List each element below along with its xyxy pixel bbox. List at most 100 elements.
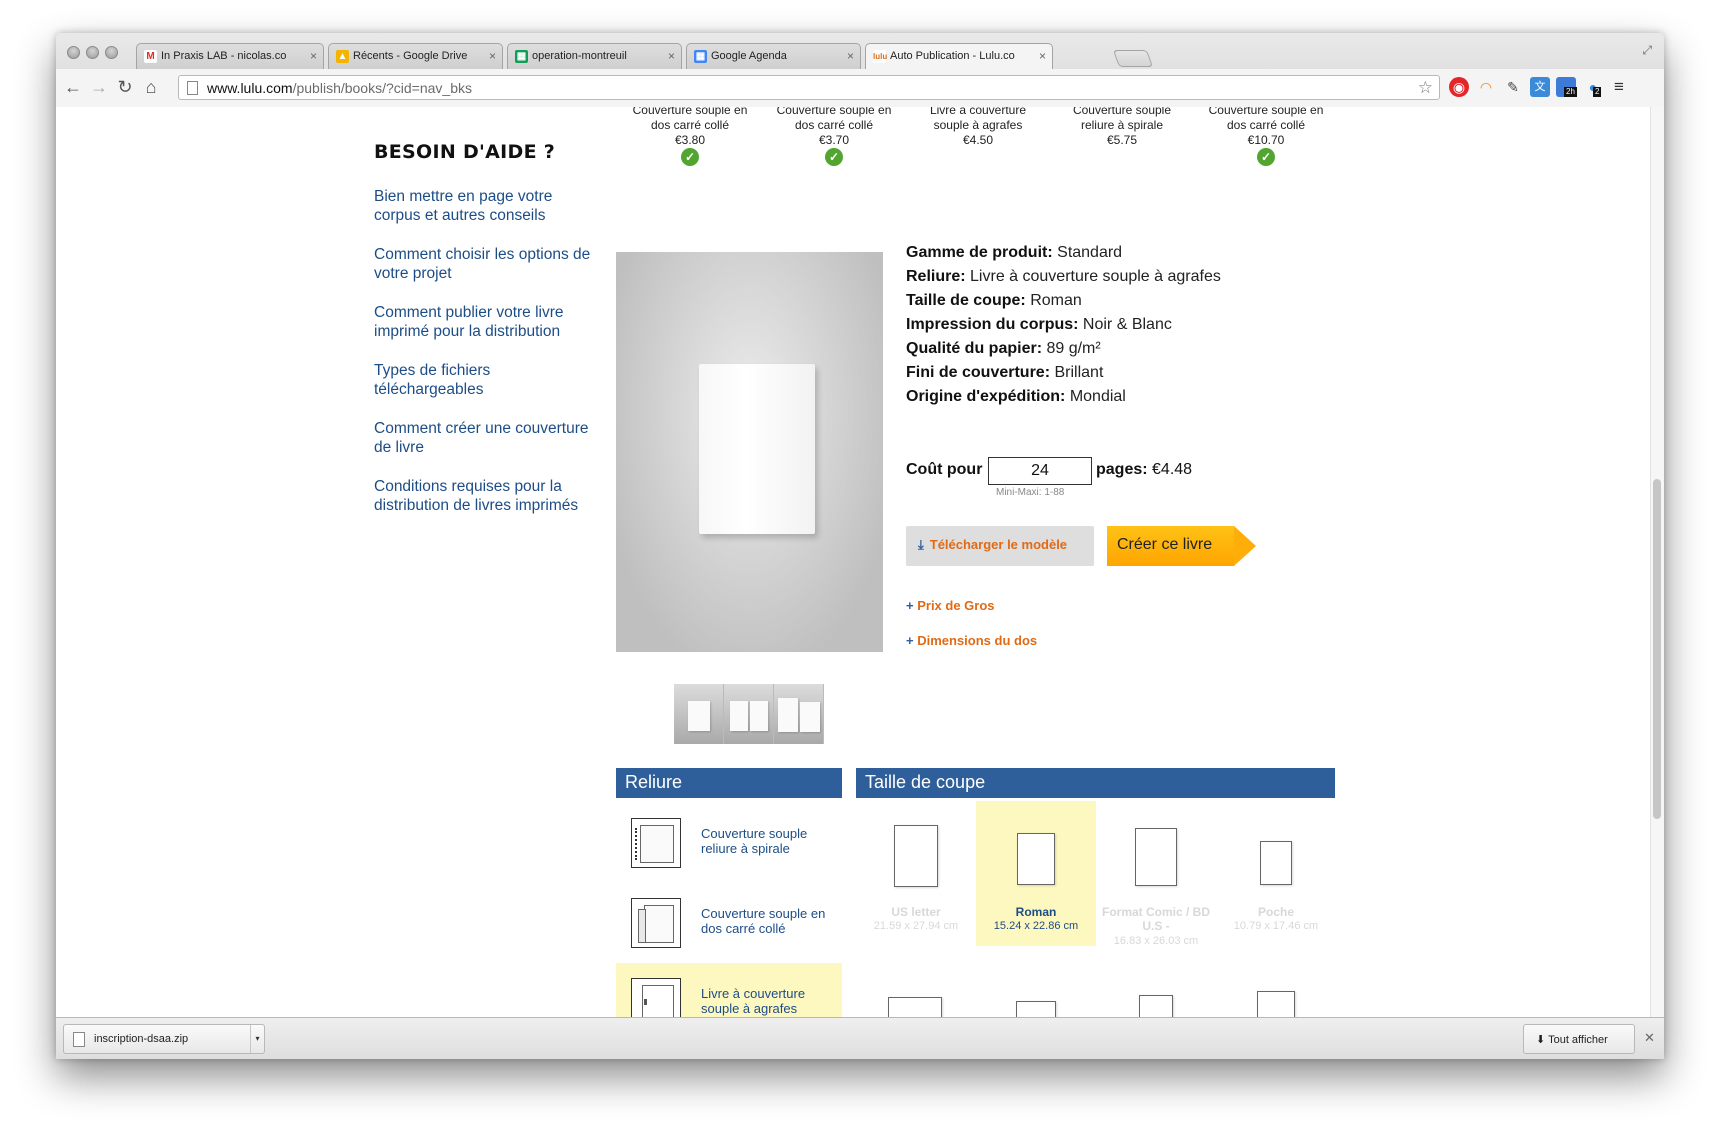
option-price: €4.50 (962, 133, 994, 147)
option-card[interactable]: Couverture souple en dos carré collé €3.… (759, 107, 909, 148)
option-line1: Couverture souple en (1208, 107, 1324, 117)
spec-label: Impression du corpus: (906, 316, 1079, 333)
tab-close-icon[interactable]: × (310, 49, 317, 63)
bulk-price-link[interactable]: + Prix de Gros (906, 598, 995, 613)
option-line2: dos carré collé (650, 118, 730, 132)
help-link-layout[interactable]: Bien mettre en page votre corpus et autr… (374, 187, 594, 225)
spec-row: Reliure: Livre à couverture souple à agr… (906, 267, 1221, 287)
download-template-label: Télécharger le modèle (929, 537, 1068, 552)
thumbnail[interactable] (674, 684, 724, 744)
bookmark-star-icon[interactable]: ☆ (1418, 78, 1433, 98)
close-window-button[interactable] (67, 46, 80, 59)
tab-sheets[interactable]: ▦ operation-montreuil × (507, 43, 682, 69)
rss-icon[interactable]: ◠ (1476, 77, 1496, 97)
translate-icon[interactable]: 文 (1530, 77, 1550, 97)
evernote-icon[interactable]: ✎ (1503, 77, 1523, 97)
tab-google-drive[interactable]: ▲ Récents - Google Drive × (328, 43, 503, 69)
check-icon: ✓ (825, 148, 843, 166)
drive-icon: ▲ (336, 50, 349, 63)
thumbnail[interactable] (774, 684, 824, 744)
zoom-window-button[interactable] (105, 46, 118, 59)
binding-label: Couverture souple en dos carré collé (701, 906, 826, 936)
reload-icon[interactable]: ↻ (114, 77, 136, 97)
create-book-arrow[interactable] (1234, 526, 1256, 566)
spine-dimensions-link[interactable]: + Dimensions du dos (906, 633, 1037, 648)
spec-value: 89 g/m² (1046, 340, 1101, 357)
tab-gmail[interactable]: M In Praxis LAB - nicolas.co × (136, 43, 324, 69)
option-line1: Couverture souple en (776, 107, 892, 117)
fullscreen-icon[interactable]: ⤢ (1642, 43, 1652, 58)
show-all-label: Tout afficher (1548, 1034, 1608, 1046)
size-option-roman[interactable]: Roman 15.24 x 22.86 cm (976, 801, 1096, 946)
size-option-comic[interactable]: Format Comic / BD U.S - 16.83 x 26.03 cm (1096, 801, 1216, 947)
home-icon[interactable]: ⌂ (140, 77, 162, 97)
tab-lulu[interactable]: lulu Auto Publication - Lulu.co × (865, 43, 1053, 70)
option-card[interactable]: Couverture souple en dos carré collé €3.… (615, 107, 765, 148)
back-icon[interactable]: ← (62, 77, 84, 97)
help-link-file-types[interactable]: Types de fichiers téléchargeables (374, 361, 594, 399)
close-download-bar-icon[interactable]: ✕ (1644, 1030, 1655, 1046)
thumbnail[interactable] (724, 684, 774, 744)
size-option-poche[interactable]: Poche 10.79 x 17.46 cm (1216, 801, 1336, 946)
tab-close-icon[interactable]: × (1039, 49, 1046, 63)
forward-icon[interactable]: → (88, 77, 110, 97)
help-link-requirements[interactable]: Conditions requises pour la distribution… (374, 477, 594, 515)
spec-label: Origine d'expédition: (906, 388, 1066, 405)
download-template-button[interactable]: ⤓ Télécharger le modèle (906, 526, 1094, 566)
size-name: US letter (891, 905, 941, 919)
spec-row: Fini de couverture: Brillant (906, 363, 1103, 383)
page-count-input[interactable] (988, 457, 1092, 485)
size-option-us-letter[interactable]: US letter 21.59 x 27.94 cm (856, 801, 976, 946)
download-filename: inscription-dsaa.zip (94, 1033, 189, 1045)
binding-option-spiral[interactable]: Couverture souple reliure à spirale (616, 803, 842, 883)
tab-label: Auto Publication - Lulu.co (890, 50, 1015, 62)
adblock-icon[interactable]: ◉ (1449, 77, 1469, 97)
sheets-icon: ▦ (515, 50, 528, 63)
binding-option-perfect[interactable]: Couverture souple en dos carré collé (616, 883, 842, 963)
url-host: www.lulu.com (207, 80, 293, 96)
scrollbar-thumb[interactable] (1653, 479, 1661, 819)
cost-price: €4.48 (1152, 461, 1193, 478)
minimize-window-button[interactable] (86, 46, 99, 59)
calendar-ext-icon[interactable]: 2h (1556, 77, 1577, 97)
option-line1: Livre à couverture (929, 107, 1027, 117)
option-card[interactable]: Livre à couverture souple à agrafes €4.5… (903, 107, 1053, 148)
page-scrollbar[interactable] (1650, 107, 1664, 1051)
spec-value: Noir & Blanc (1082, 316, 1172, 333)
size-dims: 21.59 x 27.94 cm (873, 920, 959, 932)
bulk-price-label: Prix de Gros (917, 598, 995, 613)
create-book-button[interactable]: Créer ce livre (1107, 526, 1234, 566)
tab-label: operation-montreuil (532, 50, 627, 62)
download-options-icon[interactable]: ▾ (250, 1025, 264, 1053)
new-tab-button[interactable] (1112, 50, 1154, 67)
menu-icon[interactable]: ≡ (1609, 77, 1629, 97)
help-link-distribution[interactable]: Comment publier votre livre imprimé pour… (374, 303, 594, 341)
spec-row: Taille de coupe: Roman (906, 291, 1082, 311)
option-line2: dos carré collé (794, 118, 874, 132)
tab-close-icon[interactable]: × (489, 49, 496, 63)
browser-window: M In Praxis LAB - nicolas.co × ▲ Récents… (56, 33, 1664, 1059)
option-price: €10.70 (1247, 133, 1285, 147)
download-bar: inscription-dsaa.zip ▾ ⬇ Tout afficher ✕ (56, 1017, 1664, 1059)
browser-chrome: M In Praxis LAB - nicolas.co × ▲ Récents… (56, 33, 1664, 107)
tab-close-icon[interactable]: × (847, 49, 854, 63)
spec-value: Mondial (1069, 388, 1126, 405)
help-link-options[interactable]: Comment choisir les options de votre pro… (374, 245, 594, 283)
help-link-cover[interactable]: Comment créer une couverture de livre (374, 419, 594, 457)
spec-value: Standard (1057, 244, 1123, 261)
size-dims: 16.83 x 26.03 cm (1113, 935, 1199, 947)
option-card[interactable]: Couverture souple en dos carré collé €10… (1191, 107, 1341, 148)
option-line1: Couverture souple en (632, 107, 748, 117)
gmail-icon: M (144, 50, 157, 63)
tab-close-icon[interactable]: × (668, 49, 675, 63)
perfect-binding-icon (631, 898, 681, 948)
notifications-icon[interactable]: ●2 (1583, 77, 1603, 97)
address-bar[interactable]: www.lulu.com/publish/books/?cid=nav_bks … (178, 75, 1440, 100)
tab-label: Récents - Google Drive (353, 50, 468, 62)
show-all-downloads-button[interactable]: ⬇ Tout afficher (1523, 1024, 1635, 1054)
download-item[interactable]: inscription-dsaa.zip ▾ (63, 1024, 265, 1054)
option-price: €3.80 (674, 133, 706, 147)
tab-google-agenda[interactable]: ▦ Google Agenda × (686, 43, 861, 69)
option-card[interactable]: Couverture souple reliure à spirale €5.7… (1047, 107, 1197, 148)
spec-row: Impression du corpus: Noir & Blanc (906, 315, 1172, 335)
